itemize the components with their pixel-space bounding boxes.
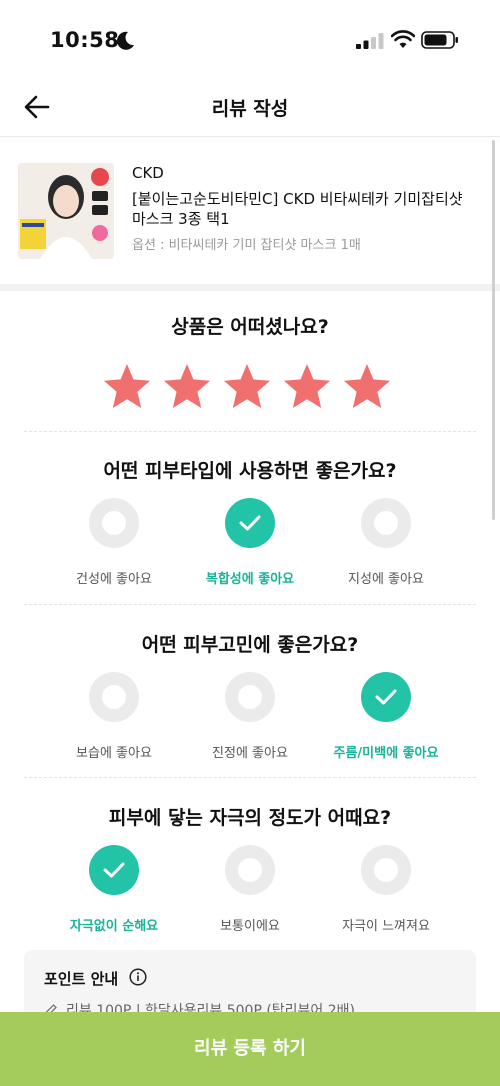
wifi-icon: [391, 30, 415, 48]
irritation-option-normal[interactable]: 보통이에요: [185, 845, 315, 934]
check-icon: [375, 689, 397, 705]
radio-inner: [238, 858, 262, 882]
section-divider: [24, 604, 476, 605]
check-icon: [103, 862, 125, 878]
radio-inner: [374, 511, 398, 535]
star-rating: [102, 362, 402, 414]
star-icon-1[interactable]: [102, 362, 152, 412]
irritation-question: 피부에 닿는 자극의 정도가 어때요?: [108, 807, 392, 829]
status-bar: 10:58: [0, 0, 500, 80]
info-icon[interactable]: [129, 968, 147, 986]
option-label: 주름/미백에 좋아요: [333, 746, 439, 761]
product-thumbnail: [18, 163, 114, 259]
radio-circle: [89, 498, 139, 548]
option-label: 보통이에요: [220, 919, 280, 934]
option-label: 자극이 느껴져요: [342, 919, 430, 934]
status-time: 10:58: [50, 28, 120, 52]
skin-concern-option-moisture[interactable]: 보습에 좋아요: [49, 672, 179, 761]
radio-inner: [374, 858, 398, 882]
radio-inner: [102, 685, 126, 709]
skin-type-question: 어떤 피부타입에 사용하면 좋은가요?: [103, 460, 397, 482]
moon-icon: [117, 31, 134, 50]
skin-concern-option-wrinkle-whitening[interactable]: 주름/미백에 좋아요: [321, 672, 451, 761]
submit-review-button[interactable]: 리뷰 등록 하기: [0, 1012, 500, 1086]
skin-concern-option-soothing[interactable]: 진정에 좋아요: [185, 672, 315, 761]
irritation-option-irritating[interactable]: 자극이 느껴져요: [321, 845, 451, 934]
product-summary: CKD [붙이는고순도비타민C] CKD 비타씨테카 기미잡티샷 마스크 3종 …: [0, 137, 500, 284]
page-title: 리뷰 작성: [211, 98, 289, 120]
point-info-title: 포인트 안내: [44, 970, 119, 988]
option-label: 보습에 좋아요: [76, 746, 152, 761]
cellular-signal-icon: [356, 33, 384, 49]
rating-question: 상품은 어떠셨나요?: [171, 316, 329, 338]
radio-circle: [225, 672, 275, 722]
radio-circle: [89, 672, 139, 722]
skin-type-option-oily[interactable]: 지성에 좋아요: [321, 498, 451, 587]
star-icon-2[interactable]: [162, 362, 212, 412]
option-label: 자극없이 순해요: [69, 919, 159, 934]
radio-inner: [102, 511, 126, 535]
option-label: 지성에 좋아요: [348, 572, 424, 587]
irritation-option-gentle[interactable]: 자극없이 순해요: [49, 845, 179, 934]
scrollbar[interactable]: [492, 140, 495, 520]
skin-type-option-dry[interactable]: 건성에 좋아요: [49, 498, 179, 587]
star-icon-5[interactable]: [342, 362, 392, 412]
radio-circle: [225, 498, 275, 548]
radio-circle: [361, 672, 411, 722]
product-option: 옵션 : 비타씨테카 기미 잡티샷 마스크 1매: [132, 238, 361, 253]
radio-inner: [238, 685, 262, 709]
option-label: 진정에 좋아요: [212, 746, 288, 761]
star-icon-3[interactable]: [222, 362, 272, 412]
radio-circle: [225, 845, 275, 895]
skin-type-option-combination[interactable]: 복합성에 좋아요: [185, 498, 315, 587]
section-divider: [24, 431, 476, 432]
check-icon: [239, 515, 261, 531]
radio-circle: [89, 845, 139, 895]
star-icon-4[interactable]: [282, 362, 332, 412]
radio-circle: [361, 498, 411, 548]
product-name: [붙이는고순도비타민C] CKD 비타씨테카 기미잡티샷 마스크 3종 택1: [132, 190, 463, 228]
section-divider: [24, 777, 476, 778]
battery-icon: [421, 31, 458, 49]
option-label: 복합성에 좋아요: [205, 572, 295, 587]
header-bar: 리뷰 작성: [0, 80, 500, 136]
skin-concern-question: 어떤 피부고민에 좋은가요?: [141, 634, 359, 656]
option-label: 건성에 좋아요: [76, 572, 152, 587]
section-separator: [0, 284, 500, 291]
radio-circle: [361, 845, 411, 895]
product-brand: CKD: [132, 164, 164, 182]
